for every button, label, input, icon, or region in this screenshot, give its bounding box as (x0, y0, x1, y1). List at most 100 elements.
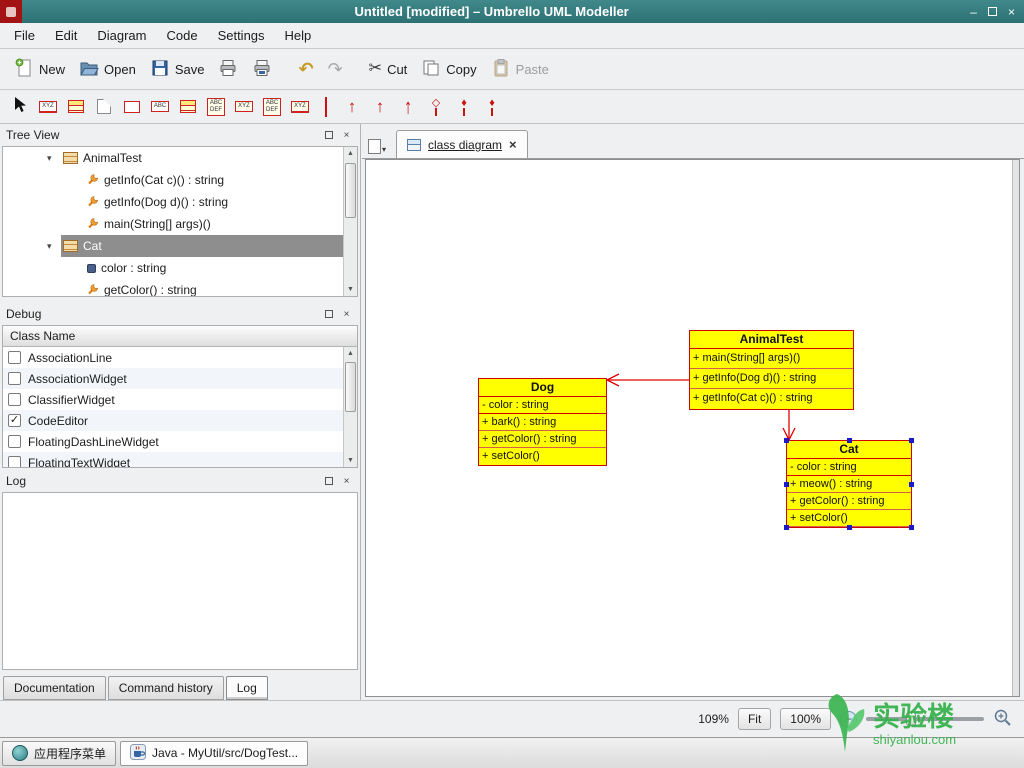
zoom-slider[interactable] (866, 712, 984, 726)
zoom-100-button[interactable]: 100% (780, 708, 831, 730)
tree-item-animaltest[interactable]: ▾ AnimalTest (3, 147, 343, 169)
debug-row-associationwidget[interactable]: AssociationWidget (3, 368, 343, 389)
print-preview-button[interactable] (246, 54, 278, 85)
scroll-up-icon[interactable]: ▲ (344, 347, 357, 360)
menu-edit[interactable]: Edit (45, 24, 87, 47)
checkbox-checked[interactable]: ✓ (8, 414, 21, 427)
debug-row-classifierwidget[interactable]: ClassifierWidget (3, 389, 343, 410)
selection-handle[interactable] (909, 482, 914, 487)
uml-class-dog[interactable]: Dog - color : string + bark() : string +… (478, 378, 607, 466)
canvas-vertical-scrollbar[interactable] (1012, 160, 1019, 696)
class-name-column-header[interactable]: Class Name (3, 326, 357, 347)
copy-button[interactable]: Copy (415, 54, 482, 85)
tab-command-history[interactable]: Command history (107, 676, 224, 700)
float-panel-button[interactable] (321, 307, 336, 322)
cut-button[interactable]: ✂ Cut (363, 56, 414, 82)
diagram-canvas[interactable]: AnimalTest + main(String[] args)() + get… (365, 159, 1020, 697)
open-button[interactable]: Open (73, 54, 142, 85)
paste-button[interactable]: Paste (485, 54, 555, 85)
tree-item-cat[interactable]: ▾ Cat (3, 235, 343, 257)
note-tool[interactable] (92, 94, 116, 120)
menu-file[interactable]: File (4, 24, 45, 47)
generalization-tool[interactable]: ↑ (368, 94, 392, 120)
object-tool[interactable] (64, 94, 88, 120)
tree-item-getinfo-cat[interactable]: getInfo(Cat c)() : string (3, 169, 343, 191)
new-diagram-tab-button[interactable]: ▾ (368, 139, 386, 154)
diagram-tab-class-diagram[interactable]: class diagram × (396, 130, 528, 158)
scrollbar-thumb[interactable] (345, 163, 356, 218)
label-tool[interactable]: XYZ (36, 94, 60, 120)
selection-handle[interactable] (847, 438, 852, 443)
selection-handle[interactable] (784, 438, 789, 443)
minimize-button[interactable]: – (970, 6, 977, 18)
tab-documentation[interactable]: Documentation (3, 676, 106, 700)
package-tool[interactable]: XYZ (288, 94, 312, 120)
class-tool[interactable] (176, 94, 200, 120)
menu-diagram[interactable]: Diagram (87, 24, 156, 47)
tree-item-getinfo-dog[interactable]: getInfo(Dog d)() : string (3, 191, 343, 213)
scroll-down-icon[interactable]: ▼ (344, 283, 357, 296)
undo-button[interactable]: ↶ (292, 56, 319, 82)
scroll-up-icon[interactable]: ▲ (344, 147, 357, 160)
close-panel-button[interactable]: × (339, 307, 354, 322)
redo-button[interactable]: ↷ (322, 56, 349, 82)
scroll-down-icon[interactable]: ▼ (344, 454, 357, 467)
menu-code[interactable]: Code (156, 24, 207, 47)
zoom-in-icon[interactable] (993, 708, 1012, 730)
aggregation-tool[interactable]: ◇ (424, 94, 448, 120)
expander-icon[interactable]: ▾ (47, 153, 61, 164)
selection-handle[interactable] (784, 482, 789, 487)
checkbox[interactable] (8, 456, 21, 467)
datatype-tool[interactable]: XYZ (232, 94, 256, 120)
window-menu-button[interactable] (0, 0, 22, 23)
pointer-tool[interactable] (8, 94, 32, 120)
composition-tool[interactable]: ♦ (452, 94, 476, 120)
debug-row-floatingdashlinewidget[interactable]: FloatingDashLineWidget (3, 431, 343, 452)
float-panel-button[interactable] (321, 128, 336, 143)
close-button[interactable]: × (1008, 6, 1015, 18)
task-java-dogtest[interactable]: Java - MyUtil/src/DogTest... (120, 740, 309, 766)
selection-handle[interactable] (784, 525, 789, 530)
debug-row-codeeditor[interactable]: ✓ CodeEditor (3, 410, 343, 431)
print-button[interactable] (212, 54, 244, 85)
uml-class-cat[interactable]: Cat - color : string + meow() : string +… (784, 438, 914, 530)
selection-handle[interactable] (909, 525, 914, 530)
text-tool[interactable]: ABC (148, 94, 172, 120)
close-panel-button[interactable]: × (339, 474, 354, 489)
checkbox[interactable] (8, 435, 21, 448)
expander-icon[interactable]: ▾ (47, 241, 61, 252)
close-panel-button[interactable]: × (339, 128, 354, 143)
checkbox[interactable] (8, 372, 21, 385)
dependency-tool[interactable]: ↑ (340, 94, 364, 120)
enum-tool[interactable]: ABC DEF (260, 94, 284, 120)
checkbox[interactable] (8, 351, 21, 364)
interface-tool[interactable]: ABC DEF (204, 94, 228, 120)
debug-scrollbar[interactable]: ▲ ▼ (343, 347, 357, 467)
tab-log[interactable]: Log (225, 676, 268, 700)
box-tool[interactable] (120, 94, 144, 120)
uml-class-animaltest[interactable]: AnimalTest + main(String[] args)() + get… (689, 330, 854, 410)
scrollbar-thumb[interactable] (345, 362, 356, 412)
selection-handle[interactable] (909, 438, 914, 443)
association-tool[interactable]: ↑ (396, 94, 420, 120)
menu-help[interactable]: Help (275, 24, 322, 47)
fit-button[interactable]: Fit (737, 708, 772, 730)
new-button[interactable]: New (8, 54, 71, 85)
selection-handle[interactable] (847, 525, 852, 530)
maximize-button[interactable] (987, 7, 997, 16)
application-menu-button[interactable]: 应用程序菜单 (2, 740, 117, 766)
save-button[interactable]: Save (144, 54, 211, 85)
debug-row-floatingtextwidget[interactable]: FloatingTextWidget (3, 452, 343, 467)
debug-row-associationline[interactable]: AssociationLine (3, 347, 343, 368)
checkbox[interactable] (8, 393, 21, 406)
float-panel-button[interactable] (321, 474, 336, 489)
tree-scrollbar[interactable]: ▲ ▼ (343, 147, 357, 296)
zoom-slider-handle[interactable] (906, 712, 916, 726)
tree-item-color-attr[interactable]: color : string (3, 257, 343, 279)
tree-item-main[interactable]: main(String[] args)() (3, 213, 343, 235)
menu-settings[interactable]: Settings (208, 24, 275, 47)
tree-item-getcolor[interactable]: getColor() : string (3, 279, 343, 296)
tab-close-icon[interactable]: × (509, 138, 517, 151)
zoom-out-icon[interactable]: − (840, 710, 857, 728)
containment-tool[interactable]: ♦ (480, 94, 504, 120)
